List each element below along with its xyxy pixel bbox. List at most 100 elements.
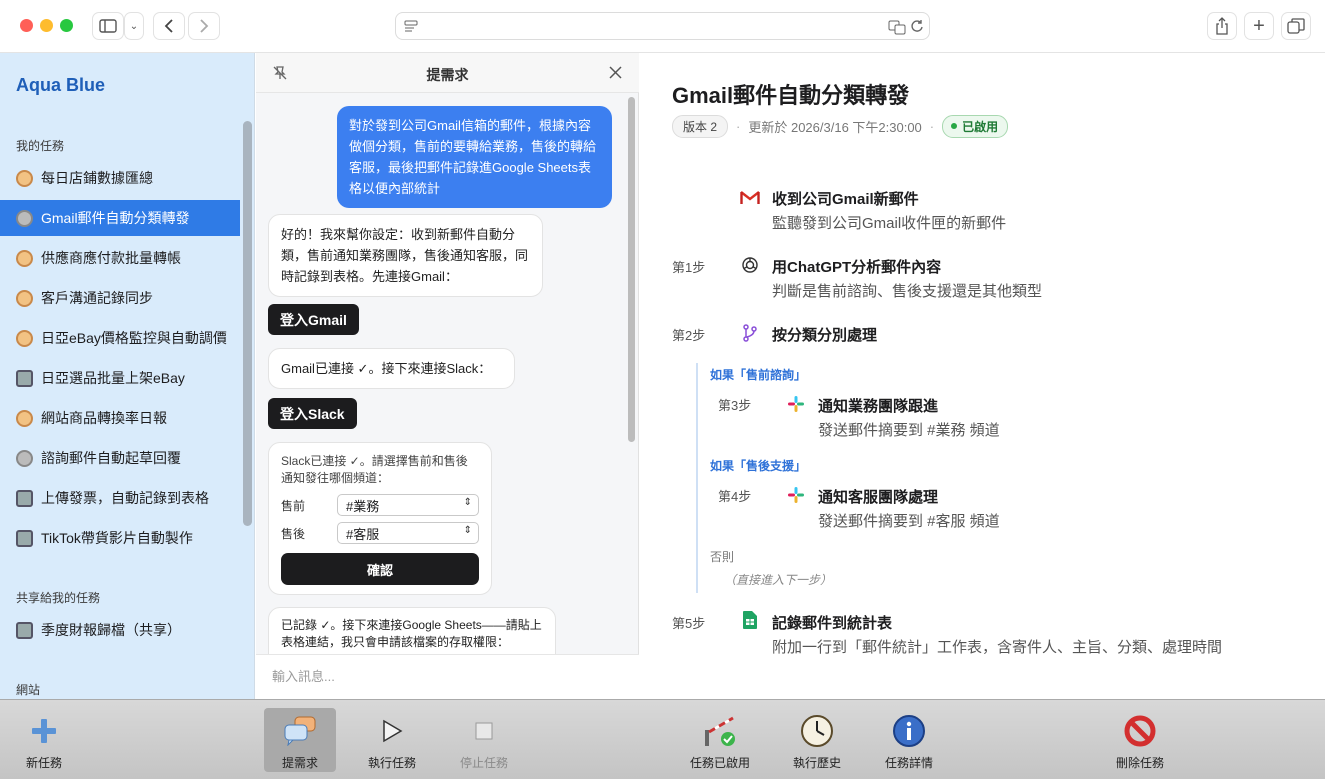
sidebar-item-label: 網站商品轉換率日報 [41, 410, 167, 426]
prohibited-icon [1123, 714, 1157, 748]
clock-icon [16, 409, 33, 427]
sidebar-item-task[interactable]: 網站商品轉換率日報 [0, 400, 240, 436]
task-title: Gmail郵件自動分類轉發 [672, 83, 910, 108]
title-bar: ⌄ + [0, 0, 1325, 53]
channel-select-card: Slack已連接 ✓。請選擇售前和售後通知發往哪個頻道： 售前 #業務 ⇕ 售後 … [268, 442, 492, 595]
task-details-button[interactable]: 任務詳情 [879, 700, 939, 779]
request-button[interactable]: 提需求 [264, 708, 336, 772]
step-desc: 判斷是售前諮詢、售後支援還是其他類型 [772, 283, 1043, 300]
assistant-message: 好的！我來幫你設定：收到新郵件自動分類，售前通知業務團隊，售後通知客服，同時記錄… [268, 214, 543, 297]
chat-scrollbar[interactable] [628, 97, 635, 442]
sidebar-item-task[interactable]: 日亞eBay價格監控與自動調價 [0, 320, 240, 356]
my-tasks-header: 我的任務 [16, 139, 65, 153]
gear-icon [16, 209, 33, 227]
presale-channel-value: #業務 [346, 498, 380, 514]
minimize-window-button[interactable] [40, 19, 53, 32]
tab-overview-button[interactable] [1281, 12, 1311, 40]
condition-label: 如果「售前諮詢」 [710, 368, 807, 382]
back-button[interactable] [153, 12, 185, 40]
chat-header: 提需求 [256, 53, 639, 93]
presale-channel-select[interactable]: #業務 ⇕ [337, 494, 479, 516]
chat-messages: 對於發到公司Gmail信箱的郵件，根據內容做個分類，售前的要轉給業務，售後的轉給… [256, 94, 639, 654]
plus-icon [27, 714, 61, 748]
chat-input-area [256, 654, 639, 699]
sidebar-item-task[interactable]: TikTok帶貨影片自動製作 [0, 520, 240, 556]
clock-icon [16, 289, 33, 307]
delete-task-button[interactable]: 刪除任務 [1110, 700, 1170, 779]
plus-icon: + [1253, 14, 1265, 37]
sidebar-item-label: 上傳發票，自動記錄到表格 [41, 490, 209, 506]
step-title: 通知客服團隊處理 [818, 489, 939, 506]
sidebar-item-task-selected[interactable]: Gmail郵件自動分類轉發 [0, 200, 240, 236]
chevron-right-icon [200, 19, 209, 33]
step-title: 通知業務團隊跟進 [818, 398, 939, 415]
forward-button[interactable] [188, 12, 220, 40]
confirm-button[interactable]: 確認 [281, 553, 479, 585]
else-label: 否則 [710, 550, 735, 564]
zoom-window-button[interactable] [60, 19, 73, 32]
clock-icon [16, 329, 33, 347]
run-history-button[interactable]: 執行歷史 [787, 700, 847, 779]
assistant-message: 已記錄 ✓。接下來連接Google Sheets——請貼上表格連結，我只會申請該… [268, 607, 556, 654]
branch-line [696, 363, 698, 593]
robot-icon [16, 529, 33, 547]
share-button[interactable] [1207, 12, 1237, 40]
login-gmail-button[interactable]: 登入Gmail [268, 304, 359, 335]
sidebar-item-shared-task[interactable]: 季度財報歸檔（共享） [0, 612, 240, 648]
step-desc: 附加一行到「郵件統計」工作表，含寄件人、主旨、分類、處理時間 [772, 639, 1223, 656]
step-title: 記錄郵件到統計表 [772, 615, 893, 632]
sidebar-item-task[interactable]: 客戶溝通記錄同步 [0, 280, 240, 316]
close-window-button[interactable] [20, 19, 33, 32]
sidebar-item-label: 每日店鋪數據匯總 [41, 170, 153, 186]
task-enabled-button[interactable]: 任務已啟用 [685, 700, 755, 779]
run-task-button[interactable]: 執行任務 [362, 700, 422, 779]
updown-chevron-icon: ⇕ [463, 497, 472, 508]
sidebar-item-task[interactable]: 諮詢郵件自動起草回覆 [0, 440, 240, 476]
aftersale-channel-select[interactable]: #客服 ⇕ [337, 522, 479, 544]
task-detail: Gmail郵件自動分類轉發 版本 2 · 更新於 2026/3/16 下午2:3… [640, 53, 1325, 699]
address-bar[interactable] [395, 12, 930, 40]
delete-task-label: 刪除任務 [1115, 756, 1164, 770]
sidebar-item-task[interactable]: 上傳發票，自動記錄到表格 [0, 480, 240, 516]
stop-icon [467, 714, 501, 748]
sidebar-menu-button[interactable]: ⌄ [124, 12, 144, 40]
sidebar-scrollbar[interactable] [243, 121, 252, 526]
new-tab-button[interactable]: + [1244, 12, 1274, 40]
request-label: 提需求 [281, 756, 318, 770]
assistant-message: Gmail已連接 ✓。接下來連接Slack： [268, 348, 515, 389]
branch-icon [740, 323, 760, 343]
sidebar-item-label: 日亞選品批量上架eBay [41, 370, 185, 386]
sidebar-item-label: 季度財報歸檔（共享） [41, 622, 181, 638]
robot-icon [16, 489, 33, 507]
new-task-button[interactable]: 新任務 [14, 700, 74, 779]
condition-label: 如果「售後支援」 [710, 459, 807, 473]
message-input[interactable] [272, 669, 612, 684]
site-header: 網站 [16, 683, 41, 697]
sidebar-item-label: 供應商應付款批量轉帳 [41, 250, 181, 266]
stop-task-button[interactable]: 停止任務 [454, 700, 514, 779]
sidebar-item-task[interactable]: 供應商應付款批量轉帳 [0, 240, 240, 276]
slack-icon [786, 394, 806, 414]
close-icon[interactable] [609, 66, 622, 79]
presale-row: 售前 #業務 ⇕ [281, 494, 481, 516]
openai-icon [740, 255, 760, 275]
tabs-icon [1287, 18, 1305, 34]
translate-icon[interactable] [888, 19, 906, 35]
sidebar-toggle-button[interactable] [92, 12, 124, 40]
sidebar-item-task[interactable]: 日亞選品批量上架eBay [0, 360, 240, 396]
aftersale-row: 售後 #客服 ⇕ [281, 522, 481, 544]
robot-icon [16, 369, 33, 387]
step-desc: 發送郵件摘要到 #業務 頻道 [818, 422, 1000, 439]
step-title: 按分類分別處理 [772, 327, 878, 344]
step-desc: 發送郵件摘要到 #客服 頻道 [818, 513, 1000, 530]
reload-icon[interactable] [910, 19, 924, 33]
version-badge: 版本 2 [672, 114, 729, 138]
chat-bubbles-icon [283, 714, 317, 748]
updown-chevron-icon: ⇕ [463, 525, 472, 536]
login-slack-button[interactable]: 登入Slack [268, 398, 357, 429]
chat-panel: 提需求 對於發到公司Gmail信箱的郵件，根據內容做個分類，售前的要轉給業務，售… [256, 53, 639, 699]
sidebar-item-task[interactable]: 每日店鋪數據匯總 [0, 160, 240, 196]
status-badge: 已啟用 [942, 114, 1009, 138]
gear-icon [16, 449, 33, 467]
step-label: 第3步 [718, 398, 752, 413]
